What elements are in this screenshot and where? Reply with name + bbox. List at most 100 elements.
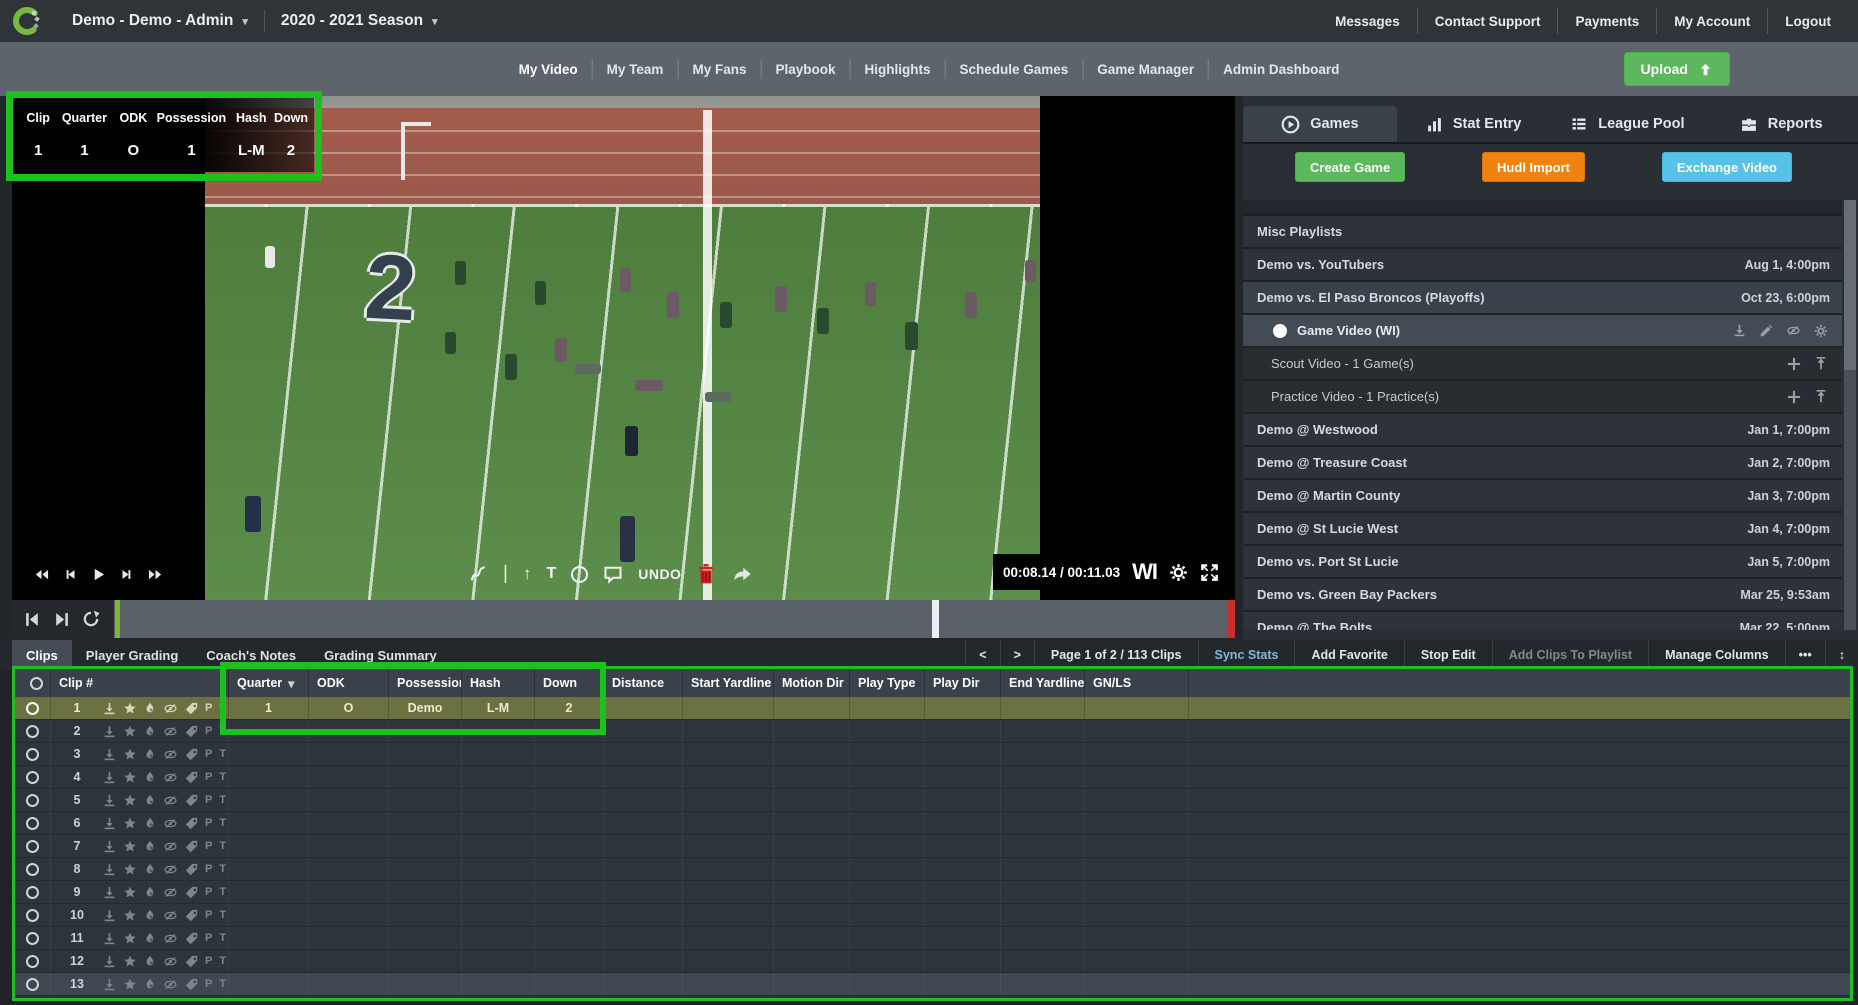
download-icon[interactable] [103, 725, 116, 738]
table-row[interactable]: 6PT [15, 812, 1850, 835]
scrollbar-thumb[interactable] [1844, 200, 1856, 370]
arrow-tool-icon[interactable]: ↑ [523, 564, 532, 584]
column-header-end-yardline[interactable]: End Yardline [1001, 669, 1085, 697]
download-icon[interactable] [103, 817, 116, 830]
eye-slash-icon[interactable] [163, 748, 178, 761]
column-header-distance[interactable]: Distance [604, 669, 683, 697]
playlist-row[interactable]: Demo @ The BoltsMar 22, 5:00pm [1243, 612, 1842, 630]
row-select-cell[interactable] [15, 904, 51, 926]
gear-icon[interactable] [1169, 563, 1188, 582]
nav-item-playbook[interactable]: Playbook [760, 59, 849, 79]
column-header-clip-#[interactable]: Clip # [51, 669, 229, 697]
row-select-cell[interactable] [15, 789, 51, 811]
column-header-play-dir[interactable]: Play Dir [925, 669, 1001, 697]
training-letter[interactable]: T [219, 909, 226, 921]
column-header-gn-ls[interactable]: GN/LS [1085, 669, 1189, 697]
star-icon[interactable] [123, 702, 137, 715]
topbar-link-contact-support[interactable]: Contact Support [1417, 8, 1558, 33]
nav-item-my-video[interactable]: My Video [505, 59, 592, 79]
topbar-link-logout[interactable]: Logout [1767, 8, 1848, 33]
star-icon[interactable] [123, 909, 137, 922]
plus-icon[interactable] [1787, 357, 1801, 371]
table-row[interactable]: 11PT [15, 927, 1850, 950]
table-row[interactable]: 9PT [15, 881, 1850, 904]
eye-slash-icon[interactable] [163, 817, 178, 830]
undo-button[interactable]: UNDO [638, 566, 681, 582]
table-row[interactable]: 8PT [15, 858, 1850, 881]
seek-playhead[interactable] [932, 600, 939, 638]
flame-icon[interactable] [144, 840, 156, 853]
tag-icon[interactable] [185, 909, 198, 922]
training-letter[interactable]: T [219, 771, 226, 783]
topbar-link-messages[interactable]: Messages [1318, 8, 1417, 33]
comment-tool-icon[interactable] [603, 564, 623, 584]
share-arrow-icon[interactable] [731, 564, 753, 584]
tag-icon[interactable] [185, 748, 198, 761]
presentation-letter[interactable]: P [205, 978, 212, 990]
season-menu[interactable]: 2020 - 2021 Season ▾ [265, 12, 454, 30]
plus-icon[interactable] [1787, 390, 1801, 404]
table-row[interactable]: 1PT1ODemoL-M2 [15, 697, 1850, 720]
playlist-row[interactable]: Demo vs. Port St LucieJan 5, 7:00pm [1243, 546, 1842, 579]
ffwd-icon[interactable] [146, 567, 165, 582]
row-select-cell[interactable] [15, 858, 51, 880]
topbar-link-my-account[interactable]: My Account [1656, 8, 1767, 33]
tag-icon[interactable] [185, 794, 198, 807]
presentation-letter[interactable]: P [205, 794, 212, 806]
star-icon[interactable] [123, 978, 137, 991]
hudl-import-button[interactable]: Hudl Import [1482, 152, 1585, 182]
replay-icon[interactable] [82, 610, 100, 628]
column-header-down[interactable]: Down [535, 669, 604, 697]
step-back-icon[interactable] [64, 567, 78, 582]
flame-icon[interactable] [144, 863, 156, 876]
row-select-cell[interactable] [15, 720, 51, 742]
row-select-cell[interactable] [15, 697, 51, 719]
table-row[interactable]: 3PT [15, 743, 1850, 766]
row-select-cell[interactable] [15, 743, 51, 765]
fullscreen-icon[interactable] [1200, 563, 1219, 582]
nav-item-my-fans[interactable]: My Fans [677, 59, 760, 79]
rewind-icon[interactable] [32, 567, 51, 582]
download-icon[interactable] [103, 978, 116, 991]
tag-icon[interactable] [185, 863, 198, 876]
nav-item-admin-dashboard[interactable]: Admin Dashboard [1208, 59, 1353, 79]
exchange-video-button[interactable]: Exchange Video [1662, 152, 1792, 182]
training-letter[interactable]: T [219, 955, 226, 967]
training-letter[interactable]: T [219, 840, 226, 852]
row-select-cell[interactable] [15, 835, 51, 857]
column-header-motion-dir[interactable]: Motion Dir [774, 669, 850, 697]
download-icon[interactable] [103, 771, 116, 784]
column-header-possession[interactable]: Possession [389, 669, 462, 697]
playlist-row[interactable]: Demo vs. El Paso Broncos (Playoffs)Oct 2… [1243, 282, 1842, 315]
tag-icon[interactable] [185, 978, 198, 991]
eye-slash-icon[interactable] [163, 978, 178, 991]
nav-item-my-team[interactable]: My Team [592, 59, 678, 79]
column-header-hash[interactable]: Hash [462, 669, 535, 697]
eye-slash-icon[interactable] [163, 863, 178, 876]
eye-slash-icon[interactable] [1786, 324, 1801, 337]
table-row[interactable]: 2PT [15, 720, 1850, 743]
row-select-cell[interactable] [15, 927, 51, 949]
eye-slash-icon[interactable] [163, 840, 178, 853]
row-select-cell[interactable] [15, 973, 51, 995]
import-icon[interactable] [1814, 357, 1828, 371]
flame-icon[interactable] [144, 955, 156, 968]
table-row[interactable]: 10PT [15, 904, 1850, 927]
gear-icon[interactable] [1814, 324, 1828, 338]
eye-slash-icon[interactable] [163, 771, 178, 784]
presentation-letter[interactable]: P [205, 886, 212, 898]
column-header-quarter[interactable]: Quarter▾ [229, 669, 309, 697]
playlist-row[interactable]: Game Video (WI) [1243, 315, 1842, 348]
flame-icon[interactable] [144, 771, 156, 784]
training-letter[interactable]: T [219, 863, 226, 875]
download-icon[interactable] [103, 794, 116, 807]
tab-stat-entry[interactable]: Stat Entry [1397, 106, 1551, 142]
row-select-cell[interactable] [15, 881, 51, 903]
tab-games[interactable]: Games [1243, 106, 1397, 142]
presentation-letter[interactable]: P [205, 932, 212, 944]
flame-icon[interactable] [144, 794, 156, 807]
presentation-letter[interactable]: P [205, 863, 212, 875]
team-menu[interactable]: Demo - Demo - Admin ▾ [56, 12, 264, 30]
eye-slash-icon[interactable] [163, 794, 178, 807]
presentation-letter[interactable]: P [205, 771, 212, 783]
